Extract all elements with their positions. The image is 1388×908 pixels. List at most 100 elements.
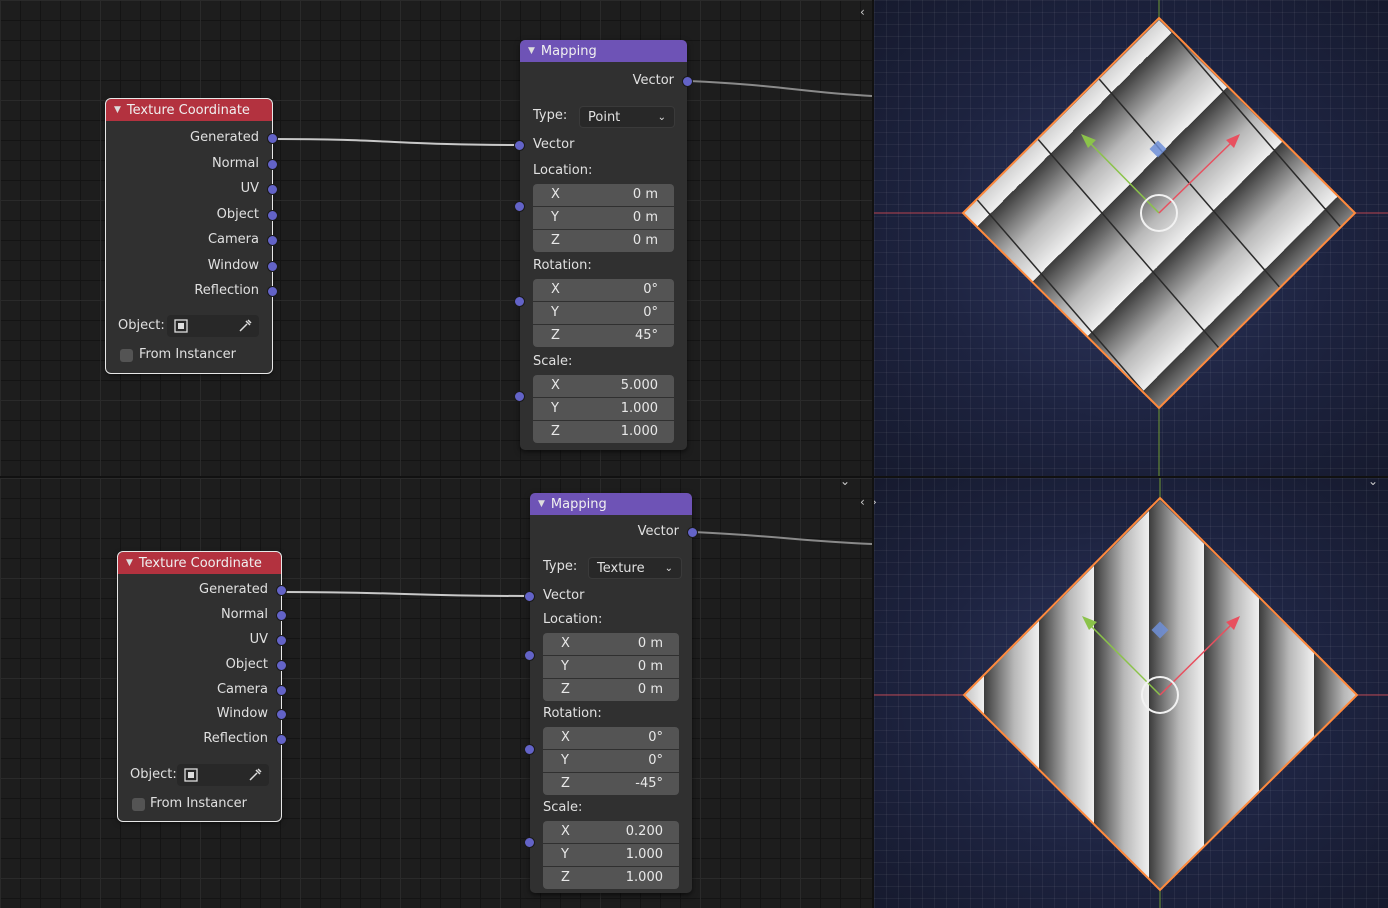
- output-object: Object: [106, 202, 278, 228]
- object-field[interactable]: [167, 315, 259, 337]
- mapping-header[interactable]: ▼ Mapping: [520, 40, 687, 62]
- field-value: 1.000: [620, 424, 658, 439]
- chevron-down-icon: ⌄: [657, 111, 666, 123]
- scale-x-field[interactable]: X 5.000: [533, 374, 674, 397]
- field-value: 1.000: [625, 870, 663, 885]
- type-label: Type:: [543, 559, 578, 574]
- location-y-field[interactable]: Y 0 m: [533, 206, 674, 229]
- rotation-y-field[interactable]: Y 0°: [533, 301, 674, 324]
- vector-input-label: Vector: [533, 137, 575, 152]
- output-label: Generated: [199, 581, 268, 597]
- output-normal: Normal: [106, 151, 278, 177]
- socket-normal[interactable]: [267, 158, 278, 170]
- socket-vector-input[interactable]: [524, 591, 535, 602]
- location-z-field[interactable]: Z 0 m: [533, 229, 674, 252]
- mapping-node[interactable]: ▼ Mapping Vector Type: Point ⌄ Vector Lo…: [514, 40, 693, 450]
- type-dropdown[interactable]: Texture ⌄: [588, 557, 682, 579]
- chevron-left-icon[interactable]: ‹: [860, 495, 865, 509]
- triangle-down-icon[interactable]: ▼: [528, 46, 535, 56]
- socket-vector-output[interactable]: [682, 76, 693, 87]
- location-y-field[interactable]: Y 0 m: [543, 655, 679, 678]
- axis-label: Z: [561, 870, 570, 885]
- output-camera: Camera: [118, 677, 287, 702]
- socket-generated[interactable]: [276, 585, 287, 596]
- socket-vector-input[interactable]: [514, 140, 525, 151]
- output-generated: Generated: [106, 125, 278, 151]
- axis-label: X: [551, 378, 560, 393]
- viewport-bottom[interactable]: ⌄ ›: [874, 478, 1388, 908]
- output-window: Window: [118, 701, 287, 726]
- chevron-right-icon[interactable]: ›: [874, 495, 877, 509]
- axis-label: X: [561, 824, 570, 839]
- texture-coordinate-node[interactable]: ▼ Texture Coordinate Generated Normal UV…: [105, 98, 278, 374]
- output-label: Object: [225, 656, 268, 672]
- rotation-z-field[interactable]: Z -45°: [543, 772, 679, 795]
- field-value: 0 m: [637, 636, 663, 651]
- axis-label: Z: [551, 233, 560, 248]
- mapping-header[interactable]: ▼ Mapping: [530, 493, 692, 515]
- output-camera: Camera: [106, 227, 278, 253]
- from-instancer-checkbox[interactable]: [132, 798, 145, 811]
- axis-label: Y: [561, 753, 569, 768]
- location-x-field[interactable]: X 0 m: [543, 632, 679, 655]
- socket-reflection[interactable]: [267, 286, 278, 297]
- chevron-down-icon[interactable]: ⌄: [840, 478, 850, 488]
- triangle-down-icon[interactable]: ▼: [538, 499, 545, 509]
- socket-window[interactable]: [267, 260, 278, 272]
- type-label: Type:: [533, 108, 568, 123]
- object-label: Object:: [130, 767, 177, 782]
- texture-coordinate-node[interactable]: ▼ Texture Coordinate Generated Normal UV…: [117, 551, 287, 822]
- socket-uv[interactable]: [267, 184, 278, 195]
- scale-x-field[interactable]: X 0.200: [543, 820, 679, 843]
- output-window: Window: [106, 253, 278, 279]
- link-vector-out: [688, 80, 872, 97]
- object-field[interactable]: [177, 764, 269, 786]
- node-editor-top[interactable]: ▼ Texture Coordinate Generated Normal UV…: [0, 0, 872, 476]
- chevron-down-icon[interactable]: ⌄: [1368, 478, 1378, 488]
- node-title: Mapping: [540, 43, 597, 59]
- object-label: Object:: [118, 318, 165, 333]
- scale-y-field[interactable]: Y 1.000: [543, 843, 679, 866]
- chevron-left-icon[interactable]: ‹: [860, 5, 865, 19]
- socket-object[interactable]: [276, 659, 287, 671]
- socket-camera[interactable]: [276, 684, 287, 696]
- texture-coordinate-header[interactable]: ▼ Texture Coordinate: [106, 99, 272, 121]
- socket-camera[interactable]: [267, 235, 278, 246]
- axis-label: X: [551, 187, 560, 202]
- field-value: 0 m: [637, 659, 663, 674]
- texture-coordinate-header[interactable]: ▼ Texture Coordinate: [118, 552, 281, 574]
- socket-uv[interactable]: [276, 634, 287, 646]
- socket-vector-output[interactable]: [687, 527, 698, 538]
- vector-output-label: Vector: [632, 73, 674, 88]
- viewport-scene-bottom: [874, 478, 1388, 908]
- eyedropper-icon[interactable]: [237, 318, 253, 334]
- rotation-x-field[interactable]: X 0°: [533, 278, 674, 301]
- striped-plane-texture: [964, 20, 1354, 407]
- rotation-y-field[interactable]: Y 0°: [543, 749, 679, 772]
- node-title: Texture Coordinate: [138, 555, 262, 571]
- rotation-x-field[interactable]: X 0°: [543, 726, 679, 749]
- scale-z-field[interactable]: Z 1.000: [533, 420, 674, 443]
- type-dropdown[interactable]: Point ⌄: [579, 106, 675, 128]
- triangle-down-icon[interactable]: ▼: [126, 558, 133, 568]
- eyedropper-icon[interactable]: [247, 767, 263, 783]
- location-z-field[interactable]: Z 0 m: [543, 678, 679, 701]
- from-instancer-checkbox[interactable]: [120, 349, 133, 362]
- socket-normal[interactable]: [276, 609, 287, 621]
- mapping-node[interactable]: ▼ Mapping Vector Type: Texture ⌄ Vector …: [524, 493, 698, 893]
- viewport-top[interactable]: [874, 0, 1388, 476]
- field-value: 0°: [643, 305, 658, 320]
- link-generated-to-vector: [272, 138, 521, 146]
- rotation-z-field[interactable]: Z 45°: [533, 324, 674, 347]
- output-normal: Normal: [118, 602, 287, 627]
- triangle-down-icon[interactable]: ▼: [114, 105, 121, 115]
- socket-generated[interactable]: [267, 133, 278, 144]
- scale-z-field[interactable]: Z 1.000: [543, 866, 679, 889]
- rotation-label: Rotation:: [533, 258, 592, 273]
- location-x-field[interactable]: X 0 m: [533, 183, 674, 206]
- scale-y-field[interactable]: Y 1.000: [533, 397, 674, 420]
- vector-output-label: Vector: [637, 524, 679, 539]
- node-editor-bottom[interactable]: ▼ Texture Coordinate Generated Normal UV…: [0, 478, 872, 908]
- axis-label: Z: [561, 776, 570, 791]
- socket-object[interactable]: [267, 209, 278, 221]
